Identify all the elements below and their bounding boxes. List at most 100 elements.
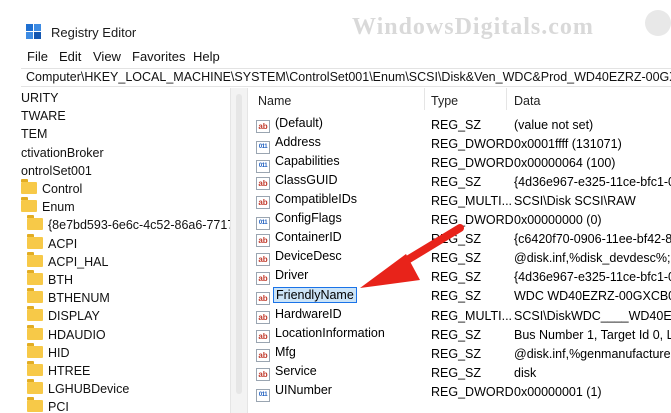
value-row[interactable]: 011 UINumber REG_DWORD 0x00000001 (1) (248, 381, 671, 402)
value-row[interactable]: 011 Capabilities REG_DWORD 0x00000064 (100) (248, 152, 671, 174)
value-data: WDC WD40EZRZ-00GXCB0 (514, 289, 671, 304)
folder-icon (21, 197, 37, 213)
value-name[interactable]: ab ContainerID (256, 230, 344, 248)
value-name-label: DeviceDesc (275, 249, 342, 264)
tree-item[interactable]: ACPI (27, 233, 77, 256)
value-row[interactable]: ab HardwareID REG_MULTI... SCSI\DiskWDC____… (248, 305, 671, 324)
value-row[interactable]: ab LocationInformation REG_SZ Bus Number 1,… (248, 324, 671, 343)
value-data: {4d36e967-e325-11ce-bfc1-08 (514, 270, 671, 285)
tree-item-label: TEM (21, 127, 48, 142)
value-name-label: UINumber (275, 382, 332, 397)
tree-item[interactable]: PCI (27, 397, 69, 413)
string-value-icon: ab (256, 310, 270, 324)
value-name[interactable]: ab LocationInformation (256, 326, 387, 343)
value-data: 0x00000001 (1) (514, 384, 602, 399)
address-bar[interactable]: Computer\HKEY_LOCAL_MACHINE\SYSTEM\Contr… (21, 68, 671, 87)
address-path[interactable]: Computer\HKEY_LOCAL_MACHINE\SYSTEM\Contr… (26, 70, 671, 84)
value-name-label: Mfg (275, 344, 296, 359)
tree-item-label: TWARE (21, 109, 66, 124)
value-type: REG_SZ (431, 175, 482, 190)
tree-item[interactable]: Control (21, 179, 82, 201)
tree-item[interactable]: BTHENUM (27, 288, 110, 310)
value-name[interactable]: 011 UINumber (256, 382, 334, 402)
value-row[interactable]: 011 Address REG_DWORD 0x0001ffff (131071) (248, 133, 671, 155)
folder-icon (27, 251, 43, 267)
value-data: SCSI\Disk SCSI\RAW (514, 194, 636, 209)
menu-edit[interactable]: Edit (59, 49, 81, 64)
value-data: @disk.inf,%genmanufacturer% (514, 346, 671, 361)
folder-icon (27, 288, 43, 304)
value-type: REG_DWORD (431, 384, 514, 399)
value-type: REG_SZ (431, 365, 482, 380)
tree-item[interactable]: URITY (21, 91, 59, 110)
column-header-type[interactable]: Type (431, 94, 458, 108)
value-name[interactable]: ab DeviceDesc (256, 249, 344, 267)
folder-icon (27, 270, 43, 285)
tree-item-label: HID (48, 345, 70, 360)
value-name[interactable]: ab Mfg (256, 345, 298, 362)
value-row[interactable]: ab CompatibleIDs REG_MULTI... SCSI\Disk SCS… (248, 190, 671, 210)
scrollbar-thumb[interactable] (236, 94, 242, 394)
value-row[interactable]: ab ClassGUID REG_SZ {4d36e967-e325-11ce-bfc… (248, 171, 671, 191)
value-name[interactable]: ab Service (256, 364, 319, 381)
string-value-icon: ab (256, 234, 270, 248)
value-data: 0x0001ffff (131071) (514, 137, 622, 152)
column-header-name[interactable]: Name (258, 94, 291, 108)
tree-item-label: PCI (48, 400, 69, 413)
column-header-data[interactable]: Data (514, 94, 540, 108)
value-name[interactable]: 011 ConfigFlags (256, 211, 344, 231)
folder-icon (27, 306, 43, 322)
value-type: REG_MULTI... (431, 308, 513, 323)
string-value-icon: ab (256, 272, 270, 286)
string-value-icon: ab (256, 367, 270, 381)
string-value-icon: ab (256, 329, 270, 343)
value-type: REG_MULTI... (431, 194, 513, 209)
value-name[interactable]: ab CompatibleIDs (256, 192, 359, 210)
value-name[interactable]: 011 Capabilities (256, 154, 342, 174)
string-value-icon: ab (256, 177, 270, 191)
tree-item-label: LGHUBDevice (48, 382, 130, 397)
value-data: SCSI\DiskWDC____WD40EZR (514, 308, 671, 323)
value-row[interactable]: ab Service REG_SZ disk (248, 362, 671, 381)
value-name[interactable]: ab FriendlyName (256, 287, 357, 306)
value-name-label: Address (275, 135, 321, 150)
tree-item[interactable]: TEM (21, 127, 47, 146)
folder-icon (21, 179, 37, 194)
menu-view[interactable]: View (93, 49, 121, 64)
tree-item[interactable]: LGHUBDevice (27, 379, 130, 401)
tree-item[interactable]: TWARE (21, 109, 66, 128)
value-name[interactable]: ab (Default) (256, 116, 325, 133)
tree-item-label: BTHENUM (48, 291, 110, 306)
watermark-text: WindowsDigitals.com (352, 14, 594, 40)
tree-item[interactable]: DISPLAY (27, 306, 100, 328)
value-data: Bus Number 1, Target Id 0, LU (514, 327, 671, 342)
tree-item[interactable]: ctivationBroker (21, 146, 104, 165)
value-name[interactable]: ab Driver (256, 268, 310, 286)
folder-icon (27, 397, 43, 413)
menu-file[interactable]: File (27, 49, 48, 64)
tree-item[interactable]: ontrolSet001 (21, 164, 92, 183)
value-row[interactable]: ab (Default) REG_SZ (value not set) (248, 114, 671, 133)
tree-item[interactable]: HDAUDIO (27, 324, 106, 347)
value-name-label: Capabilities (275, 154, 340, 169)
menu-favorites[interactable]: Favorites (132, 49, 185, 64)
tree-item-label: {8e7bd593-6e6c-4c52-86a6-7717545 (48, 218, 230, 233)
column-divider[interactable] (424, 88, 425, 110)
value-name[interactable]: ab HardwareID (256, 307, 344, 324)
value-data: 0x00000000 (0) (514, 213, 602, 228)
column-divider[interactable] (506, 88, 507, 110)
folder-icon (27, 379, 43, 395)
tree-item[interactable]: HTREE (27, 361, 90, 383)
tree-scrollbar[interactable] (230, 88, 248, 413)
value-row[interactable]: ab Mfg REG_SZ @disk.inf,%genmanufacturer% (248, 343, 671, 362)
value-data: {4d36e967-e325-11ce-bfc1-08 (514, 175, 671, 190)
value-name[interactable]: 011 Address (256, 135, 323, 155)
tree-item[interactable]: ACPI_HAL (27, 251, 108, 274)
key-tree[interactable]: URITY TWARE TEM ctivationBroker ontrolSet001… (21, 88, 230, 413)
value-name[interactable]: ab ClassGUID (256, 173, 340, 191)
menu-help[interactable]: Help (193, 49, 220, 64)
folder-icon (27, 342, 43, 358)
tree-item[interactable]: {8e7bd593-6e6c-4c52-86a6-7717545 (27, 215, 230, 237)
tree-item-label: URITY (21, 91, 59, 105)
folder-icon (27, 324, 43, 340)
